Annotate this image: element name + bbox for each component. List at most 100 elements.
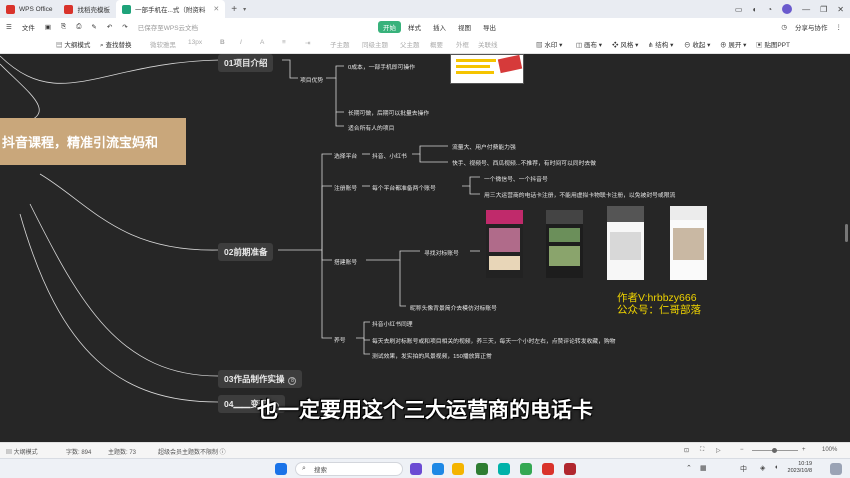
- relation-line-button[interactable]: 关联线: [478, 39, 498, 49]
- node-advantage[interactable]: 项目优势: [300, 75, 323, 84]
- node-zero-cost[interactable]: 0成本，一部手机即可操作: [348, 62, 415, 71]
- file-menu[interactable]: 文件: [17, 22, 40, 32]
- tab-export[interactable]: 导出: [478, 21, 501, 33]
- structure-button[interactable]: ⋔ 结构 ▾: [648, 39, 673, 49]
- format-painter-icon[interactable]: ✎: [86, 23, 101, 31]
- canvas-button[interactable]: ◫ 画布 ▾: [576, 39, 602, 49]
- node-nurture-daily[interactable]: 每天去刷对标账号或和项目相关的视频，养三天，每天一个小时左右，点赞评论转发收藏，…: [372, 336, 615, 345]
- avatar[interactable]: [782, 4, 793, 14]
- node-nurture[interactable]: 养号: [334, 335, 346, 344]
- menu-icon[interactable]: ☰: [0, 23, 17, 31]
- collapse-button[interactable]: ⊖ 收起 ▾: [684, 39, 710, 49]
- outline-mode-button[interactable]: ▤ 大纲模式: [56, 39, 90, 49]
- zoom-slider-thumb[interactable]: [772, 448, 777, 453]
- font-size-select[interactable]: 13px: [188, 39, 202, 46]
- print-icon[interactable]: ⎙: [71, 23, 86, 31]
- mindmap-canvas[interactable]: 抖音课程，精准引流宝妈和 01项目介绍 02前期准备 03作品制作实操 8 04▁…: [0, 54, 850, 442]
- node-choose-platform[interactable]: 选择平台: [334, 151, 357, 160]
- text-color-icon[interactable]: A: [260, 39, 264, 46]
- export-icon[interactable]: ⎘: [56, 23, 71, 31]
- input-method-icon[interactable]: 中: [740, 464, 747, 474]
- node-build-account[interactable]: 搭建账号: [334, 257, 357, 266]
- fullscreen-icon[interactable]: ⛶: [700, 447, 704, 454]
- app-icon[interactable]: [498, 463, 510, 475]
- summary-button[interactable]: 概要: [430, 39, 443, 49]
- export-ppt-button[interactable]: ▣ 贴图PPT: [756, 39, 790, 49]
- node-for-all[interactable]: 适合所有人的项目: [348, 123, 394, 132]
- more-icon[interactable]: ⋮: [836, 23, 843, 31]
- align-icon[interactable]: ≡: [282, 39, 286, 46]
- node-wechat-douyin[interactable]: 一个微信号、一个抖音号: [484, 174, 548, 183]
- topic-production[interactable]: 03作品制作实操 8: [218, 370, 303, 388]
- attached-image-cost[interactable]: [450, 54, 524, 84]
- italic-button[interactable]: I: [240, 39, 242, 46]
- fit-icon[interactable]: ⊡: [684, 447, 689, 454]
- expand-button[interactable]: ⊕ 展开 ▾: [720, 39, 746, 49]
- node-copy-profile[interactable]: 昵称头像背景简介去模仿对标账号: [410, 303, 497, 312]
- history-icon[interactable]: ◷: [781, 23, 787, 31]
- find-replace-button[interactable]: ⌕ 查找替换: [100, 39, 131, 50]
- zoom-out-icon[interactable]: −: [740, 447, 744, 453]
- bold-button[interactable]: B: [220, 39, 225, 46]
- child-topic-button[interactable]: 子主题: [330, 39, 350, 49]
- zoom-level[interactable]: 100%: [822, 447, 837, 453]
- close-tab-icon[interactable]: ✕: [213, 5, 219, 13]
- minimize-button[interactable]: —: [802, 5, 810, 14]
- notification-icon[interactable]: ◔: [767, 5, 772, 14]
- tab-view[interactable]: 视图: [453, 21, 476, 33]
- tab-list-chevron-icon[interactable]: ▾: [243, 6, 246, 13]
- font-select[interactable]: 微软雅黑: [150, 39, 176, 49]
- node-two-accounts[interactable]: 每个平台都准备两个账号: [372, 183, 436, 192]
- style-button[interactable]: ❖ 风格 ▾: [612, 39, 638, 49]
- wps-taskbar-icon[interactable]: [542, 463, 554, 475]
- tab-start[interactable]: 开始: [378, 21, 401, 33]
- recorder-icon[interactable]: [564, 463, 576, 475]
- child-count-badge[interactable]: 8: [288, 377, 297, 385]
- outer-frame-button[interactable]: 外框: [456, 39, 469, 49]
- task-view-icon[interactable]: [410, 463, 422, 475]
- tray-chevron-icon[interactable]: ⌃: [686, 464, 692, 472]
- root-topic[interactable]: 抖音课程，精准引流宝妈和: [0, 118, 186, 165]
- tab-mindmap-document[interactable]: 一部手机在...式（附资料 ✕: [115, 0, 226, 18]
- indent-icon[interactable]: ⇥: [305, 39, 310, 47]
- layout-icon[interactable]: ▭: [735, 5, 743, 14]
- topic-project-intro[interactable]: 01项目介绍: [218, 54, 274, 72]
- start-icon[interactable]: [275, 463, 287, 475]
- node-register-account[interactable]: 注册账号: [334, 183, 357, 192]
- outline-toggle[interactable]: ▤ 大纲模式: [6, 447, 38, 456]
- benchmark-screenshot-1[interactable]: [486, 210, 523, 278]
- undo-icon[interactable]: ↶: [102, 23, 117, 31]
- new-tab-button[interactable]: +: [225, 4, 243, 15]
- redo-icon[interactable]: ↷: [117, 23, 132, 31]
- node-nurture-test[interactable]: 测试效果，发实拍的风景视频，150播放算正常: [372, 351, 492, 360]
- node-other-platforms[interactable]: 快手、视频号、西瓜视频...不推荐，有时间可以同时去做: [452, 158, 596, 167]
- parent-topic-button[interactable]: 父主题: [400, 39, 420, 49]
- save-icon[interactable]: ▣: [40, 23, 56, 31]
- taskbar-search[interactable]: ⌕ 搜索: [295, 462, 403, 476]
- file-explorer-icon[interactable]: [452, 463, 464, 475]
- tab-wps-office[interactable]: WPS Office: [0, 0, 58, 18]
- benchmark-screenshot-3[interactable]: [607, 206, 644, 280]
- store-icon[interactable]: [476, 463, 488, 475]
- zoom-in-icon[interactable]: +: [802, 447, 806, 453]
- notification-center-icon[interactable]: [830, 463, 842, 475]
- tab-style[interactable]: 样式: [403, 21, 426, 33]
- node-find-benchmark[interactable]: 寻找对标账号: [424, 248, 459, 257]
- node-sim-card[interactable]: 用三大运营商的电话卡注册，不能用虚拟卡物联卡注册，以免被封号或限流: [484, 190, 675, 199]
- system-clock[interactable]: 10:19 2023/10/8: [788, 461, 812, 475]
- sibling-topic-button[interactable]: 同级主题: [362, 39, 388, 49]
- share-button[interactable]: 分享与协作: [795, 22, 828, 32]
- close-window-button[interactable]: ✕: [837, 5, 844, 14]
- chrome-icon[interactable]: [520, 463, 532, 475]
- vertical-scrollbar[interactable]: [845, 224, 848, 242]
- benchmark-screenshot-2[interactable]: [546, 210, 583, 278]
- node-traffic[interactable]: 流量大、用户付费能力强: [452, 142, 516, 151]
- skin-icon[interactable]: ◐: [752, 5, 757, 14]
- tray-apps-icon[interactable]: ▦: [700, 464, 707, 472]
- benchmark-screenshot-4[interactable]: [670, 206, 707, 280]
- tab-template[interactable]: 找稻壳模板: [58, 0, 116, 18]
- network-icon[interactable]: ◈: [760, 464, 765, 472]
- node-long-term[interactable]: 长期可做，后期可以批量去操作: [348, 108, 429, 117]
- restore-button[interactable]: ❐: [820, 5, 827, 14]
- volume-icon[interactable]: ◖: [774, 464, 778, 471]
